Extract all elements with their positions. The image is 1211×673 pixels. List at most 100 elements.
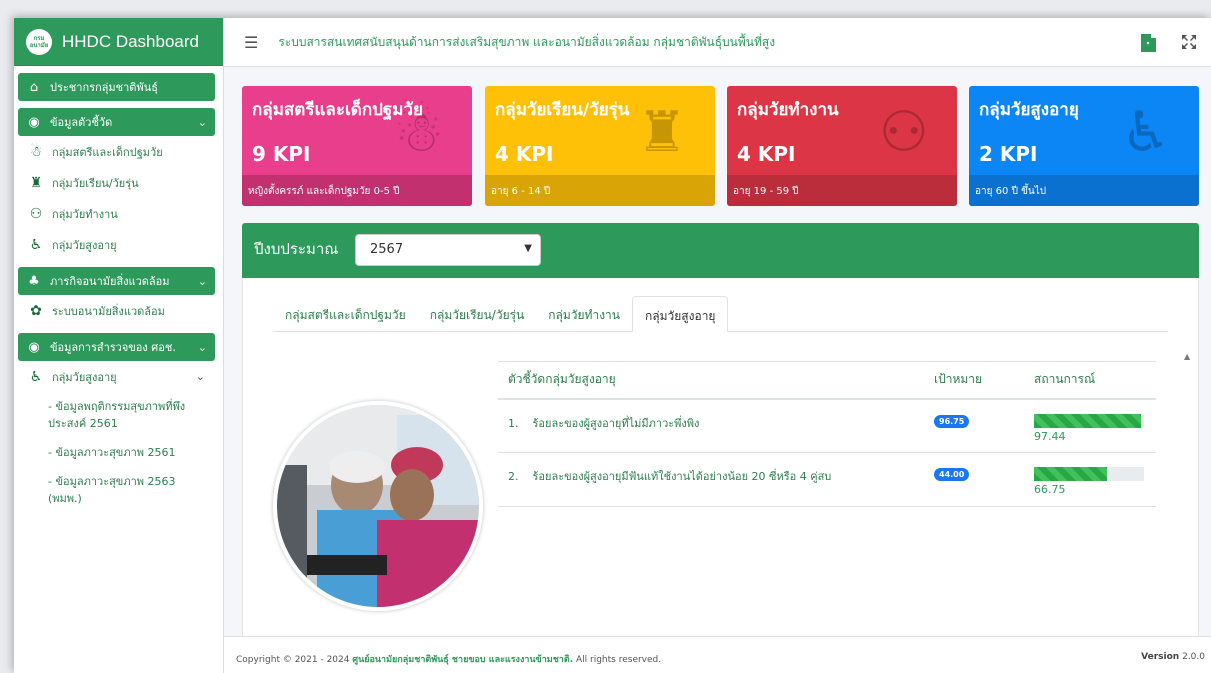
sidebar-subitem-behavior-2561[interactable]: - ข้อมูลพฤติกรรมสุขภาพที่พึงประสงค์ 2561 bbox=[18, 392, 215, 438]
budget-year-label: ปีงบประมาณ bbox=[254, 240, 339, 258]
kpi-title: กลุ่มวัยเรียน/วัยรุ่น bbox=[495, 100, 630, 120]
tab-women-children[interactable]: กลุ่มสตรีและเด็กปฐมวัย bbox=[273, 296, 418, 332]
sidebar-item-working-age[interactable]: ⚇ กลุ่มวัยทำงาน bbox=[18, 198, 215, 229]
budget-year-value: 2567 bbox=[370, 242, 404, 257]
column-header-status: สถานการณ์ bbox=[1024, 361, 1156, 400]
status-value: 97.44 bbox=[1034, 429, 1066, 443]
status-value: 66.75 bbox=[1034, 483, 1066, 496]
target-cell: 96.75 bbox=[924, 398, 1024, 453]
sidebar-item-women-children[interactable]: ☃ กลุ่มสตรีและเด็กปฐมวัย bbox=[18, 136, 215, 167]
dashboard-gauge-icon: ◉ bbox=[28, 114, 40, 130]
walking-cane-icon: ♿ bbox=[29, 236, 43, 253]
sidebar-subitem-health-2561[interactable]: - ข้อมูลภาวะสุขภาพ 2561 bbox=[18, 438, 215, 467]
sidebar-item-students[interactable]: ♜ กลุ่มวัยเรียน/วัยรุ่น bbox=[18, 167, 215, 198]
anamai-logo: กรมอนามัย bbox=[26, 28, 52, 55]
baby-icon: ☃ bbox=[29, 143, 43, 160]
brand-link[interactable]: กรมอนามัย HHDC Dashboard bbox=[14, 18, 223, 66]
sidebar-item-label: กลุ่มวัยสูงอายุ bbox=[52, 370, 117, 384]
kpi-value: 4 KPI bbox=[737, 142, 796, 166]
home-people-icon: ⌂ bbox=[29, 79, 39, 95]
indicator-cell: 2. ร้อยละของผู้สูงอายุมีฟันแท้ใช้งานได้อ… bbox=[498, 452, 924, 507]
kpi-title: กลุ่มวัยสูงอายุ bbox=[979, 100, 1079, 120]
progress-bar bbox=[1034, 467, 1144, 481]
version-label: Version bbox=[1141, 652, 1180, 662]
sidebar-item-label: กลุ่มวัยสูงอายุ bbox=[52, 238, 117, 252]
sidebar-item-label: ระบบอนามัยสิ่งแวดล้อม bbox=[52, 304, 165, 318]
walking-cane-icon: ♿ bbox=[29, 368, 43, 385]
rights-text: All rights reserved. bbox=[576, 655, 662, 665]
column-header-indicator: ตัวชี้วัดกลุ่มวัยสูงอายุ bbox=[498, 361, 924, 400]
chevron-down-icon: ⌄ bbox=[195, 370, 205, 383]
group-tabs: กลุ่มสตรีและเด็กปฐมวัย กลุ่มวัยเรียน/วัย… bbox=[273, 296, 1168, 332]
organization-name: ศูนย์อนามัยกลุ่มชาติพันธุ์ ชายขอบ และแรง… bbox=[352, 655, 574, 665]
sidebar-item-environment[interactable]: ♣ ภารกิจอนามัยสิ่งแวดล้อม ⌄ bbox=[18, 267, 215, 295]
kpi-description: อายุ 19 - 59 ปี bbox=[727, 175, 957, 206]
door-exit-icon[interactable] bbox=[1139, 32, 1159, 54]
table-row: 2. ร้อยละของผู้สูงอายุมีฟันแท้ใช้งานได้อ… bbox=[498, 452, 1156, 507]
kpi-card-students[interactable]: ♜ กลุ่มวัยเรียน/วัยรุ่น 4 KPI อายุ 6 - 1… bbox=[485, 86, 715, 206]
column-header-target: เป้าหมาย bbox=[924, 361, 1024, 400]
footer: Copyright © 2021 - 2024 ศูนย์อนามัยกลุ่ม… bbox=[224, 636, 1211, 673]
tree-icon: ♣ bbox=[28, 273, 40, 289]
progress-bar bbox=[1034, 413, 1144, 428]
sidebar-item-env-system[interactable]: ✿ ระบบอนามัยสิ่งแวดล้อม bbox=[18, 295, 215, 326]
version-info: Version 2.0.0 bbox=[1141, 652, 1205, 662]
tab-students[interactable]: กลุ่มวัยเรียน/วัยรุ่น bbox=[418, 296, 537, 332]
status-cell: 97.44 bbox=[1024, 398, 1156, 453]
sidebar-item-population[interactable]: ⌂ ประชากรกลุ่มชาติพันธุ์ bbox=[18, 73, 215, 101]
seedling-icon: ✿ bbox=[30, 302, 42, 319]
status-cell: 66.75 bbox=[1024, 452, 1156, 507]
table-row: 1. ร้อยละของผู้สูงอายุที่ไม่มีภาวะพึ่งพิ… bbox=[498, 398, 1156, 453]
kpi-card-working-age[interactable]: ⚇ กลุ่มวัยทำงาน 4 KPI อายุ 19 - 59 ปี bbox=[727, 86, 957, 206]
tab-elderly[interactable]: กลุ่มวัยสูงอายุ bbox=[632, 296, 729, 332]
indicator-table: ตัวชี้วัดกลุ่มวัยสูงอายุ เป้าหมาย สถานกา… bbox=[498, 361, 1156, 507]
scrollbar[interactable]: ▲ bbox=[1184, 348, 1194, 638]
kpi-description: อายุ 6 - 14 ปี bbox=[485, 175, 715, 206]
target-badge: 96.75 bbox=[934, 414, 970, 428]
indicator-cell: 1. ร้อยละของผู้สูงอายุที่ไม่มีภาวะพึ่งพิ… bbox=[498, 398, 924, 453]
kpi-card-women-children[interactable]: ☃ กลุ่มสตรีและเด็กปฐมวัย 9 KPI หญิงตั้งค… bbox=[242, 86, 472, 206]
sidebar-item-label: ภารกิจอนามัยสิ่งแวดล้อม bbox=[50, 275, 170, 288]
sidebar-item-label: กลุ่มวัยทำงาน bbox=[52, 207, 118, 221]
kpi-description: หญิงตั้งครรภ์ และเด็กปฐมวัย 0-5 ปี bbox=[242, 175, 472, 206]
copyright-text: Copyright © 2021 - 2024 bbox=[236, 655, 350, 665]
sidebar-subitem-health-2563[interactable]: - ข้อมูลภาวะสุขภาพ 2563 (พมพ.) bbox=[18, 467, 215, 513]
sidebar-item-label: ข้อมูลการสำรวจของ ศอช. bbox=[50, 341, 176, 354]
top-navbar: ☰ ระบบสารสนเทศสนับสนุนด้านการส่งเสริมสุข… bbox=[224, 18, 1211, 67]
hamburger-menu-icon[interactable]: ☰ bbox=[244, 33, 258, 52]
sidebar-item-label: กลุ่มวัยเรียน/วัยรุ่น bbox=[52, 176, 139, 190]
people-carry-icon: ⚇ bbox=[29, 205, 43, 222]
chevron-down-icon: ⌄ bbox=[197, 340, 207, 354]
target-cell: 44.00 bbox=[924, 452, 1024, 507]
kpi-value: 4 KPI bbox=[495, 142, 554, 166]
elderly-photo bbox=[273, 401, 483, 611]
sidebar-item-survey-elderly[interactable]: ♿ กลุ่มวัยสูงอายุ ⌄ bbox=[18, 361, 215, 392]
chevron-down-icon: ⌄ bbox=[197, 274, 207, 288]
scroll-up-arrow-icon[interactable]: ▲ bbox=[1184, 352, 1190, 361]
budget-year-panel: ปีงบประมาณ 2567 ▼ bbox=[242, 223, 1199, 278]
kpi-value: 2 KPI bbox=[979, 142, 1038, 166]
sidebar-item-survey[interactable]: ◉ ข้อมูลการสำรวจของ ศอช. ⌄ bbox=[18, 333, 215, 361]
table-header-row: ตัวชี้วัดกลุ่มวัยสูงอายุ เป้าหมาย สถานกา… bbox=[498, 361, 1156, 400]
kpi-title: กลุ่มวัยทำงาน bbox=[737, 100, 839, 120]
kpi-title: กลุ่มสตรีและเด็กปฐมวัย bbox=[252, 100, 423, 120]
chevron-down-icon: ⌄ bbox=[197, 115, 207, 129]
workers-icon: ⚇ bbox=[878, 100, 929, 165]
progress-bar-fill bbox=[1034, 413, 1142, 428]
kpi-description: อายุ 60 ปี ขึ้นไป bbox=[969, 175, 1199, 206]
chevron-down-icon: ▼ bbox=[524, 243, 532, 254]
kpi-card-elderly[interactable]: ♿ กลุ่มวัยสูงอายุ 2 KPI อายุ 60 ปี ขึ้นไ… bbox=[969, 86, 1199, 206]
target-badge: 44.00 bbox=[934, 468, 970, 481]
row-number: 1. bbox=[508, 416, 519, 430]
sidebar-item-elderly[interactable]: ♿ กลุ่มวัยสูงอายุ bbox=[18, 229, 215, 260]
sidebar-item-label: ประชากรกลุ่มชาติพันธุ์ bbox=[50, 81, 158, 94]
sidebar: กรมอนามัย HHDC Dashboard ⌂ ประชากรกลุ่มช… bbox=[14, 18, 224, 673]
fullscreen-icon[interactable] bbox=[1181, 34, 1197, 50]
kpi-value: 9 KPI bbox=[252, 142, 311, 166]
sidebar-item-indicators[interactable]: ◉ ข้อมูลตัวชี้วัด ⌄ bbox=[18, 108, 215, 136]
sidebar-item-label: ข้อมูลตัวชี้วัด bbox=[50, 116, 113, 129]
row-number: 2. bbox=[508, 470, 519, 483]
indicator-name: ร้อยละของผู้สูงอายุมีฟันแท้ใช้งานได้อย่า… bbox=[532, 470, 832, 483]
budget-year-select[interactable]: 2567 ▼ bbox=[355, 234, 541, 266]
tab-working-age[interactable]: กลุ่มวัยทำงาน bbox=[536, 296, 632, 332]
